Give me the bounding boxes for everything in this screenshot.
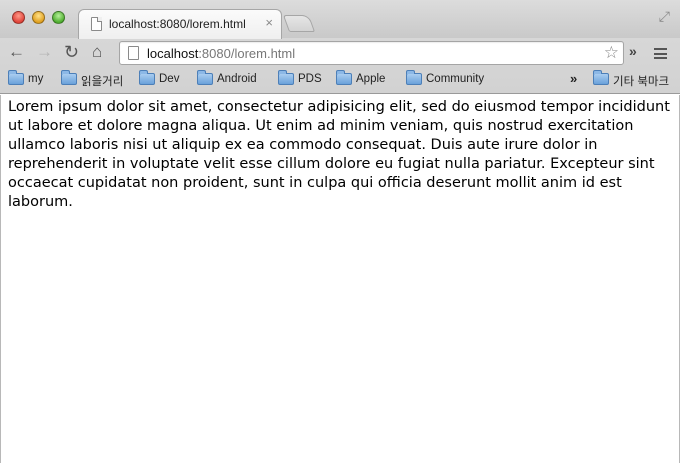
tab-title: localhost:8080/lorem.html <box>109 17 246 31</box>
folder-icon <box>197 70 213 85</box>
bookmark-star-icon[interactable]: ☆ <box>604 43 619 63</box>
home-icon[interactable]: ⌂ <box>92 42 102 62</box>
folder-icon <box>8 70 24 85</box>
bookmark-label: my <box>28 73 44 85</box>
browser-window-chrome: localhost:8080/lorem.html × ⤢ ← → ↻ ⌂ lo… <box>0 0 680 94</box>
folder-icon <box>278 70 294 85</box>
back-arrow-icon[interactable]: ← <box>8 42 25 62</box>
bookmark-label: Android <box>217 73 257 85</box>
url-text[interactable]: localhost:8080/lorem.html <box>147 46 295 61</box>
minimize-window-button[interactable] <box>32 11 45 24</box>
folder-icon <box>336 70 352 85</box>
reload-icon[interactable]: ↻ <box>64 42 79 62</box>
page-content: Lorem ipsum dolor sit amet, consectetur … <box>0 95 680 463</box>
bookmark-label: 기타 북마크 <box>613 76 670 88</box>
bookmark-label: PDS <box>298 73 322 85</box>
page-icon <box>128 46 139 60</box>
fullscreen-icon[interactable]: ⤢ <box>659 8 670 25</box>
folder-icon <box>139 70 155 85</box>
zoom-window-button[interactable] <box>52 11 65 24</box>
bookmarks-overflow-icon[interactable]: » <box>570 71 577 86</box>
lorem-paragraph: Lorem ipsum dolor sit amet, consectetur … <box>8 99 670 210</box>
url-host: localhost <box>147 46 199 61</box>
folder-icon <box>406 70 422 85</box>
tab-active[interactable]: localhost:8080/lorem.html × <box>78 9 282 39</box>
folder-icon <box>593 70 609 85</box>
page-icon <box>91 17 102 31</box>
bookmark-label: Community <box>426 73 485 85</box>
navigation-toolbar: ← → ↻ ⌂ localhost:8080/lorem.html ☆ » <box>0 38 680 68</box>
bookmark-label: 읽을거리 <box>81 76 124 88</box>
bookmarks-bar: my 읽을거리 Dev Android PDS Apple Community … <box>0 68 680 92</box>
tab-close-icon[interactable]: × <box>265 15 273 30</box>
bookmark-label: Dev <box>159 73 180 85</box>
extensions-overflow-icon[interactable]: » <box>629 43 637 59</box>
forward-arrow-icon[interactable]: → <box>36 42 53 62</box>
url-path: :8080/lorem.html <box>198 46 296 61</box>
address-bar[interactable]: localhost:8080/lorem.html ☆ <box>119 41 624 65</box>
close-window-button[interactable] <box>12 11 25 24</box>
bookmark-label: Apple <box>356 73 386 85</box>
menu-icon[interactable] <box>654 48 667 59</box>
folder-icon <box>61 70 77 85</box>
new-tab-button[interactable] <box>282 15 316 32</box>
